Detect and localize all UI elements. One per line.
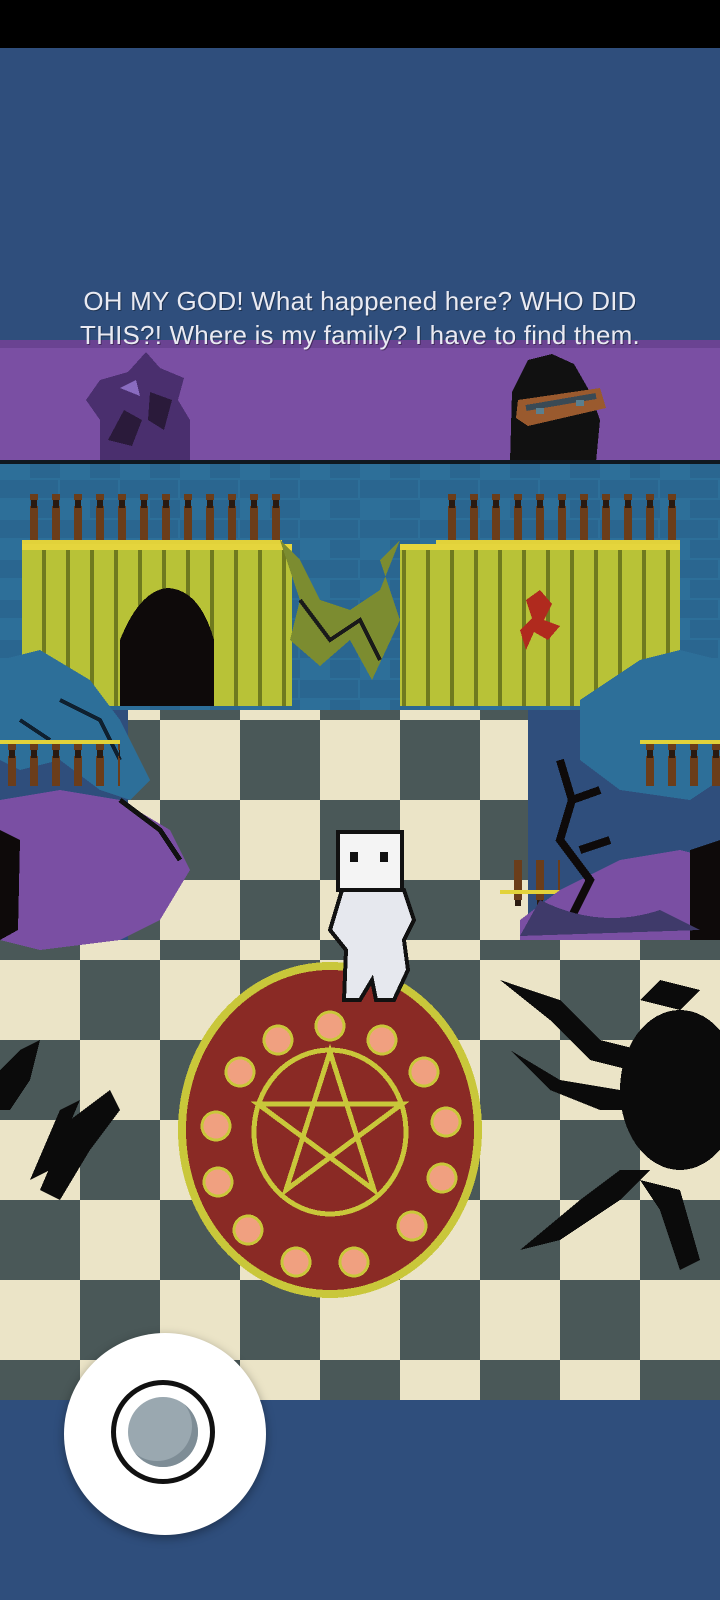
dialogue-line-2: THIS?! Where is my family? I have to fin… [80, 320, 640, 350]
virtual-joystick-icon[interactable] [64, 1333, 266, 1535]
dialogue-text: OH MY GOD! What happened here? WHO DID T… [0, 284, 720, 352]
pentagram-rug [178, 962, 482, 1298]
game-screen: OH MY GOD! What happened here? WHO DID T… [0, 0, 720, 1600]
joystick-knob[interactable] [128, 1397, 198, 1467]
floor-corridor [128, 710, 528, 940]
joystick-ring[interactable] [111, 1380, 215, 1484]
dialogue-line-1: OH MY GOD! What happened here? WHO DID [83, 286, 637, 316]
